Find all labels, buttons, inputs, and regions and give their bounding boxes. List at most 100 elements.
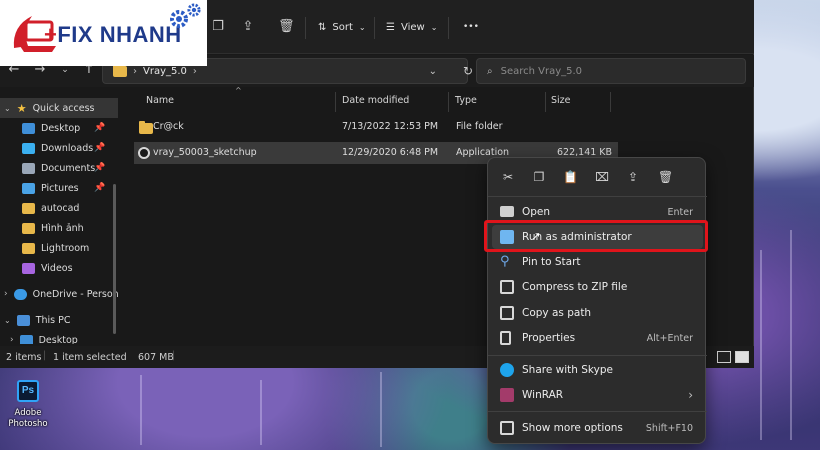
context-menu: ✂ ❐ 📋 ⌧ ⇪ 🗑 Open Enter Run as administra… [487, 157, 707, 444]
tiles-view-button[interactable] [735, 351, 749, 363]
file-name: Cr@ck [153, 121, 184, 132]
folder-icon [22, 242, 35, 254]
sidebar-scrollbar[interactable] [113, 184, 116, 334]
sidebar-item-autocad[interactable]: autocad [0, 198, 118, 218]
sort-icon: ⇅ [318, 21, 327, 33]
sort-indicator-icon: ^ [235, 86, 242, 95]
sidebar-item-downloads[interactable]: Downloads 📌 [0, 138, 118, 158]
sidebar-item-quick-access[interactable]: ⌄ ★ Quick access [0, 98, 118, 118]
chevron-down-icon: ⌄ [4, 315, 11, 325]
desktop-icon [19, 334, 33, 344]
pin-icon: 📌 [94, 123, 106, 133]
column-header-type[interactable]: Type [455, 95, 477, 106]
chevron-down-icon: ⌄ [4, 103, 11, 113]
sidebar-item-onedrive[interactable]: › OneDrive - Person [0, 284, 118, 304]
refresh-icon[interactable]: ↻ [463, 64, 473, 78]
sidebar-item-lightroom[interactable]: Lightroom [0, 238, 118, 258]
navigation-pane: ⌄ ★ Quick access Desktop 📌 Downloads 📌 D… [0, 88, 118, 344]
more-options-icon [500, 421, 514, 435]
zip-icon [500, 280, 514, 294]
menu-item-pin-to-start[interactable]: ⚲ Pin to Start [492, 250, 703, 274]
search-placeholder: Search Vray_5.0 [500, 65, 583, 77]
file-type: File folder [456, 121, 503, 132]
folder-icon [22, 202, 35, 214]
copy-icon[interactable]: ❐ [210, 19, 226, 35]
open-icon [500, 206, 514, 217]
menu-item-copy-as-path[interactable]: Copy as path [492, 301, 703, 325]
folder-icon [22, 222, 35, 234]
delete-icon[interactable]: 🗑 [278, 19, 295, 35]
menu-item-properties[interactable]: Properties Alt+Enter [492, 326, 703, 350]
sidebar-item-videos[interactable]: Videos [0, 258, 118, 278]
chevron-right-icon: › [688, 388, 693, 402]
application-icon [138, 147, 150, 159]
status-selected: 1 item selected [53, 352, 127, 363]
search-icon: ⌕ [487, 65, 493, 77]
sidebar-item-pc-desktop[interactable]: › Desktop [0, 330, 118, 344]
file-date: 7/13/2022 12:53 PM [342, 121, 439, 132]
search-input[interactable]: ⌕ Search Vray_5.0 [476, 58, 746, 84]
chevron-down-icon: ⌄ [358, 22, 366, 32]
column-header-name[interactable]: Name [146, 95, 174, 106]
more-options-button[interactable]: ••• [463, 19, 479, 35]
pin-icon: 📌 [94, 183, 106, 193]
winrar-icon [500, 388, 514, 402]
file-name: vray_50003_sketchup [153, 147, 257, 158]
cut-icon[interactable]: ✂ [501, 170, 515, 184]
sidebar-item-desktop[interactable]: Desktop 📌 [0, 118, 118, 138]
folder-icon [139, 121, 153, 134]
gear-icon [187, 3, 201, 17]
address-dropdown-icon[interactable]: ⌄ [429, 66, 437, 77]
view-label: View [400, 21, 425, 33]
column-header-date[interactable]: Date modified [342, 95, 409, 106]
pin-icon: 📌 [94, 163, 106, 173]
menu-item-winrar[interactable]: WinRAR › [492, 383, 703, 407]
file-row[interactable]: Cr@ck 7/13/2022 12:53 PM File folder [134, 116, 618, 138]
sort-label: Sort [332, 21, 353, 33]
column-header-size[interactable]: Size [551, 95, 571, 106]
status-size: 607 MB [138, 352, 174, 363]
rename-icon[interactable]: ⌧ [595, 170, 609, 184]
paste-icon[interactable]: 📋 [563, 170, 578, 184]
breadcrumb-separator: › [133, 65, 137, 77]
view-icon: ☰ [386, 21, 395, 33]
share-icon[interactable]: ⇪ [240, 19, 256, 35]
menu-item-compress-zip[interactable]: Compress to ZIP file [492, 275, 703, 299]
pin-icon: 📌 [94, 143, 106, 153]
delete-icon[interactable]: 🗑 [658, 170, 673, 184]
chevron-right-icon: › [10, 335, 14, 344]
chevron-down-icon: ⌄ [430, 22, 438, 32]
file-date: 12/29/2020 6:48 PM [342, 147, 439, 158]
logo-wordmark: +FIX NHANH [44, 22, 182, 47]
skype-icon [500, 363, 514, 377]
downloads-icon [22, 142, 35, 154]
cloud-icon [13, 288, 27, 300]
desktop-shortcut-label: Adobe Photosho [8, 408, 48, 429]
sidebar-item-hinh-anh[interactable]: Hình ảnh [0, 218, 118, 238]
share-icon[interactable]: ⇪ [626, 170, 640, 184]
chevron-right-icon: › [4, 289, 8, 299]
desktop-icon [22, 122, 35, 134]
sidebar-item-documents[interactable]: Documents 📌 [0, 158, 118, 178]
pin-icon: ⚲ [500, 254, 510, 269]
mouse-cursor-icon: ➚ [531, 229, 542, 243]
view-button[interactable]: ☰ View ⌄ [386, 19, 437, 35]
status-item-count: 2 items [6, 352, 42, 363]
details-view-button[interactable] [717, 351, 731, 363]
annotation-highlight-box [484, 220, 708, 252]
copy-icon[interactable]: ❐ [532, 170, 546, 184]
sort-button[interactable]: ⇅ Sort ⌄ [318, 19, 366, 35]
sidebar-item-this-pc[interactable]: ⌄ This PC [0, 310, 118, 330]
photoshop-icon: Ps [17, 380, 39, 402]
pictures-icon [22, 182, 35, 194]
star-icon: ★ [16, 101, 27, 115]
properties-icon [500, 331, 511, 345]
computer-icon [16, 314, 30, 326]
copy-path-icon [500, 306, 514, 320]
desktop-shortcut-photoshop[interactable]: Ps Adobe Photosho [6, 378, 50, 438]
menu-item-share-with-skype[interactable]: Share with Skype [492, 358, 703, 382]
menu-item-show-more-options[interactable]: Show more options Shift+F10 [492, 416, 703, 440]
sidebar-item-pictures[interactable]: Pictures 📌 [0, 178, 118, 198]
breadcrumb-separator: › [192, 65, 197, 77]
breadcrumb-folder[interactable]: Vray_5.0 [143, 66, 187, 77]
